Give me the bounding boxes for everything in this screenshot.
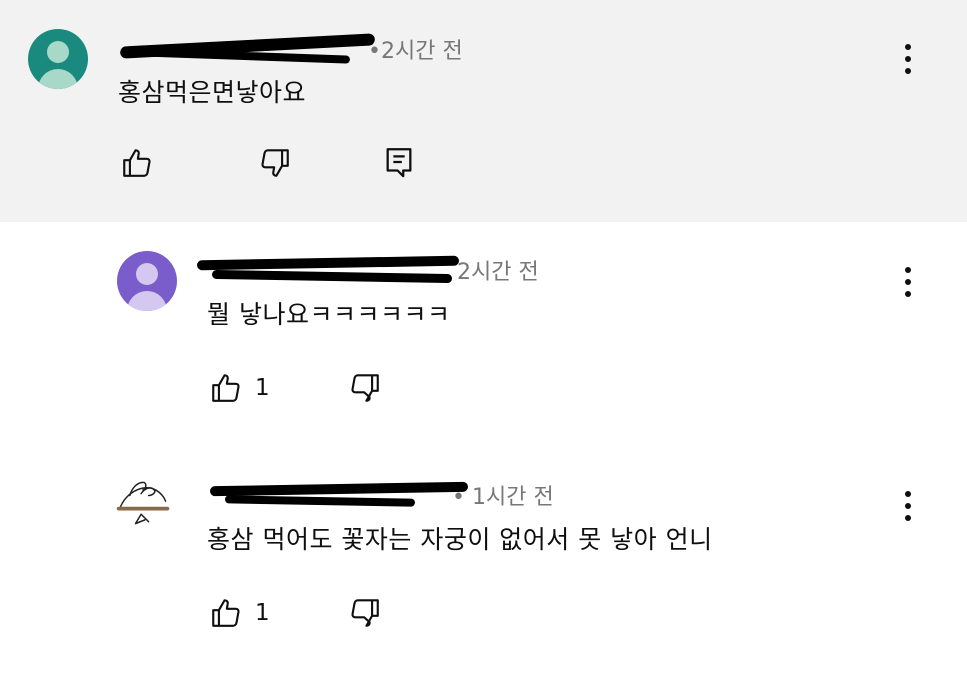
comment-timestamp: • 1시간 전 [452, 485, 554, 510]
dislike-icon[interactable] [348, 596, 382, 630]
comment-reply-item: 2시간 전 뭘 낳나요ㅋㅋㅋㅋㅋㅋ 1 [0, 222, 967, 447]
dislike-icon[interactable] [258, 146, 292, 180]
avatar-body-shape [38, 69, 78, 89]
avatar[interactable] [117, 251, 177, 311]
comment-timestamp: •2시간 전 [368, 39, 463, 64]
comment-text: 홍삼 먹어도 꽃자는 자궁이 없어서 못 낳아 언니 [207, 525, 713, 554]
avatar-head-shape [136, 263, 158, 285]
more-vert-icon[interactable] [893, 39, 923, 79]
comment-text: 뭘 낳나요ㅋㅋㅋㅋㅋㅋ [207, 300, 451, 329]
like-count: 1 [255, 600, 270, 626]
more-vert-icon[interactable] [893, 262, 923, 302]
avatar-head-shape [47, 41, 69, 63]
like-icon[interactable] [120, 146, 154, 180]
comment-reply-item: • 1시간 전 홍삼 먹어도 꽃자는 자궁이 없어서 못 낳아 언니 1 [0, 447, 967, 679]
comment-text: 홍삼먹은면낳아요 [118, 78, 307, 107]
comment-timestamp: 2시간 전 [457, 260, 539, 285]
avatar[interactable] [28, 29, 88, 89]
avatar-body-shape [127, 291, 167, 311]
comment-thread-item: •2시간 전 홍삼먹은면낳아요 [0, 0, 967, 222]
like-count: 1 [255, 375, 270, 401]
avatar[interactable] [113, 473, 173, 533]
dislike-icon[interactable] [348, 371, 382, 405]
more-vert-icon[interactable] [893, 486, 923, 526]
reply-icon[interactable] [382, 145, 416, 179]
like-icon[interactable] [209, 371, 243, 405]
redacted-username-scribble [211, 269, 453, 284]
like-icon[interactable] [209, 596, 243, 630]
redacted-username-scribble [224, 495, 416, 507]
redacted-username[interactable] [196, 255, 460, 271]
redacted-username[interactable] [209, 481, 469, 497]
